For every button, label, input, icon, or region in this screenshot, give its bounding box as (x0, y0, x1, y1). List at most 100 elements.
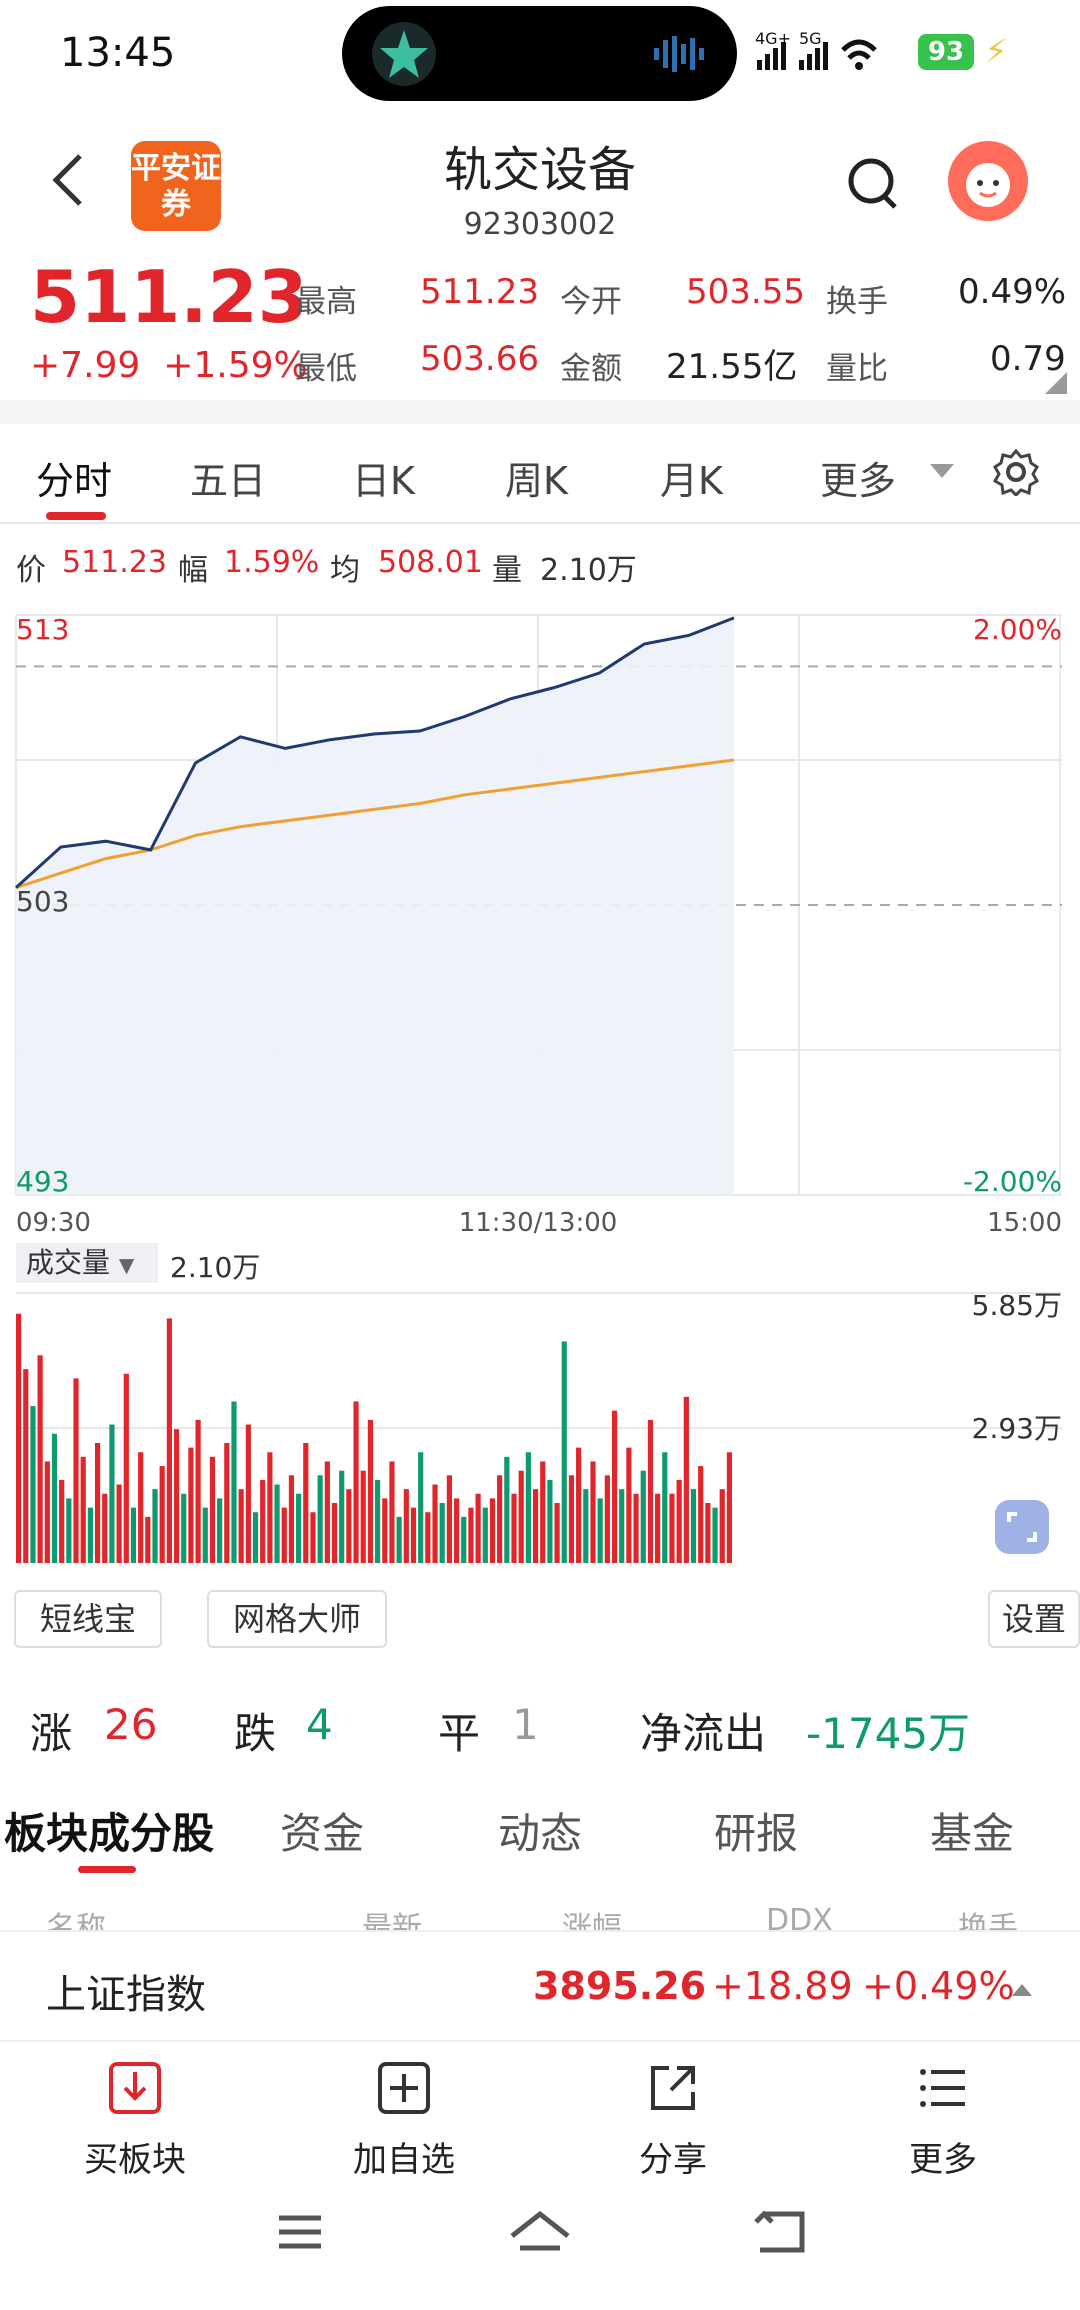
short-line-tool-button[interactable]: 短线宝 (14, 1590, 162, 1648)
column-change[interactable]: 涨幅 (562, 1903, 622, 1933)
volume-bar (195, 1419, 201, 1563)
battery-icon: 93 (918, 34, 974, 70)
volume-bar (504, 1456, 510, 1563)
table-header: 名称 最新 涨幅 DDX 换手 (0, 1903, 1080, 1933)
tab-research[interactable]: 研报 (714, 1800, 798, 1861)
status-bar: 13:45 4G+ 5G 93 ⚡ (0, 0, 1080, 110)
add-watchlist-button[interactable]: 加自选 (334, 2060, 474, 2181)
volume-bar (719, 1489, 725, 1563)
volume-bar (181, 1493, 187, 1563)
chevron-up-icon[interactable] (1012, 1984, 1032, 1996)
tab-capital[interactable]: 资金 (280, 1800, 364, 1861)
volume-bar (339, 1470, 345, 1563)
volume-bar (224, 1443, 230, 1563)
turnover-value: 0.49% (958, 272, 1067, 312)
info-vol-label: 量 (492, 553, 522, 588)
volume-bar (188, 1447, 194, 1563)
chart-settings-button[interactable]: 设置 (988, 1590, 1080, 1648)
home-nav-icon[interactable] (508, 2210, 572, 2258)
dynamic-island[interactable] (342, 6, 737, 101)
expand-corner-icon[interactable] (1045, 372, 1067, 394)
menu-nav-icon[interactable] (275, 2210, 325, 2258)
tab-daily-k[interactable]: 日K (352, 450, 415, 505)
volume-bar (626, 1447, 632, 1563)
volume-bar (231, 1401, 237, 1563)
volume-bar (561, 1341, 567, 1563)
volume-bar (109, 1424, 115, 1563)
volume-bar (296, 1493, 302, 1563)
volratio-label: 量比 (826, 351, 888, 387)
volume-bar (690, 1489, 697, 1563)
price-area (16, 617, 734, 1195)
tab-5day[interactable]: 五日 (190, 450, 266, 505)
signal-icon: 4G+ 5G (755, 28, 905, 82)
volume-bar (446, 1475, 452, 1563)
volume-bar (245, 1424, 251, 1563)
index-change: +18.89 (712, 1964, 853, 2008)
volume-bar (461, 1516, 467, 1563)
tab-funds[interactable]: 基金 (930, 1800, 1014, 1861)
amount-label: 金额 (560, 351, 622, 387)
high-value: 511.23 (420, 272, 539, 312)
volume-bar (698, 1466, 704, 1563)
fullscreen-icon[interactable] (995, 1500, 1049, 1554)
intraday-chart[interactable]: 513 503 493 2.00% -2.00% 09:30 11:30/13:00 15:0… (14, 595, 1066, 1235)
volume-bar (346, 1489, 352, 1563)
volume-bar (130, 1507, 137, 1563)
volume-bar (217, 1498, 223, 1563)
volume-bar (66, 1498, 72, 1563)
price-change: +7.99 +1.59% (30, 345, 308, 386)
tab-monthly-k[interactable]: 月K (660, 450, 723, 505)
active-tab-indicator (78, 1866, 136, 1873)
volume-bar (425, 1512, 431, 1563)
divider (0, 522, 1080, 524)
more-button[interactable]: 更多 (873, 2060, 1013, 2181)
flat-count: 1 (512, 1700, 539, 1749)
volume-bar (260, 1479, 266, 1563)
column-name[interactable]: 名称 (46, 1903, 106, 1933)
grid-trading-button[interactable]: 网格大师 (207, 1590, 387, 1648)
search-icon[interactable] (845, 155, 901, 215)
buy-sector-button[interactable]: 买板块 (65, 2060, 205, 2181)
share-button[interactable]: 分享 (603, 2060, 743, 2181)
volume-bar (102, 1493, 108, 1563)
net-flow-value: -1745万 (806, 1709, 971, 1758)
volume-bar (331, 1503, 338, 1563)
column-turnover[interactable]: 换手 (958, 1903, 1018, 1933)
volume-bar (367, 1419, 373, 1563)
tab-news[interactable]: 动态 (498, 1800, 582, 1861)
assistant-avatar-icon[interactable] (948, 141, 1028, 221)
share-icon (651, 2066, 695, 2110)
tab-weekly-k[interactable]: 周K (505, 450, 568, 505)
tab-more[interactable]: 更多 (820, 450, 896, 505)
volume-bar (252, 1512, 259, 1563)
index-ticker-bar[interactable]: 上证指数 3895.26 +18.89 +0.49% (0, 1932, 1080, 2042)
volume-bar (497, 1475, 503, 1563)
volume-bar (281, 1507, 287, 1563)
down-count: 4 (306, 1700, 333, 1749)
volume-bar (482, 1507, 488, 1563)
column-ddx[interactable]: DDX (766, 1903, 833, 1933)
change-pct: +1.59% (163, 345, 308, 386)
volume-indicator-select[interactable]: 成交量 ▼ (16, 1243, 158, 1283)
volume-bar (547, 1479, 553, 1563)
volume-bar (159, 1466, 165, 1563)
audio-wave-icon (654, 36, 704, 72)
vol-tick-label: 2.93万 (972, 1412, 1062, 1445)
album-art-icon (372, 22, 436, 86)
volume-bar (712, 1507, 718, 1563)
volume-bar (611, 1410, 618, 1563)
clock: 13:45 (60, 30, 176, 76)
back-nav-icon[interactable] (752, 2210, 808, 2258)
volume-bar (288, 1475, 295, 1563)
amount-value: 21.55亿 (666, 347, 798, 387)
volume-bar (403, 1489, 409, 1563)
tab-intraday[interactable]: 分时 (36, 450, 112, 505)
volume-bar (138, 1452, 144, 1563)
column-latest[interactable]: 最新 (362, 1903, 422, 1933)
volume-bar (382, 1498, 388, 1563)
gear-icon[interactable] (992, 448, 1040, 500)
x-tick-label: 15:00 (987, 1208, 1062, 1235)
tab-constituents[interactable]: 板块成分股 (4, 1800, 214, 1861)
low-value: 503.66 (420, 339, 539, 379)
